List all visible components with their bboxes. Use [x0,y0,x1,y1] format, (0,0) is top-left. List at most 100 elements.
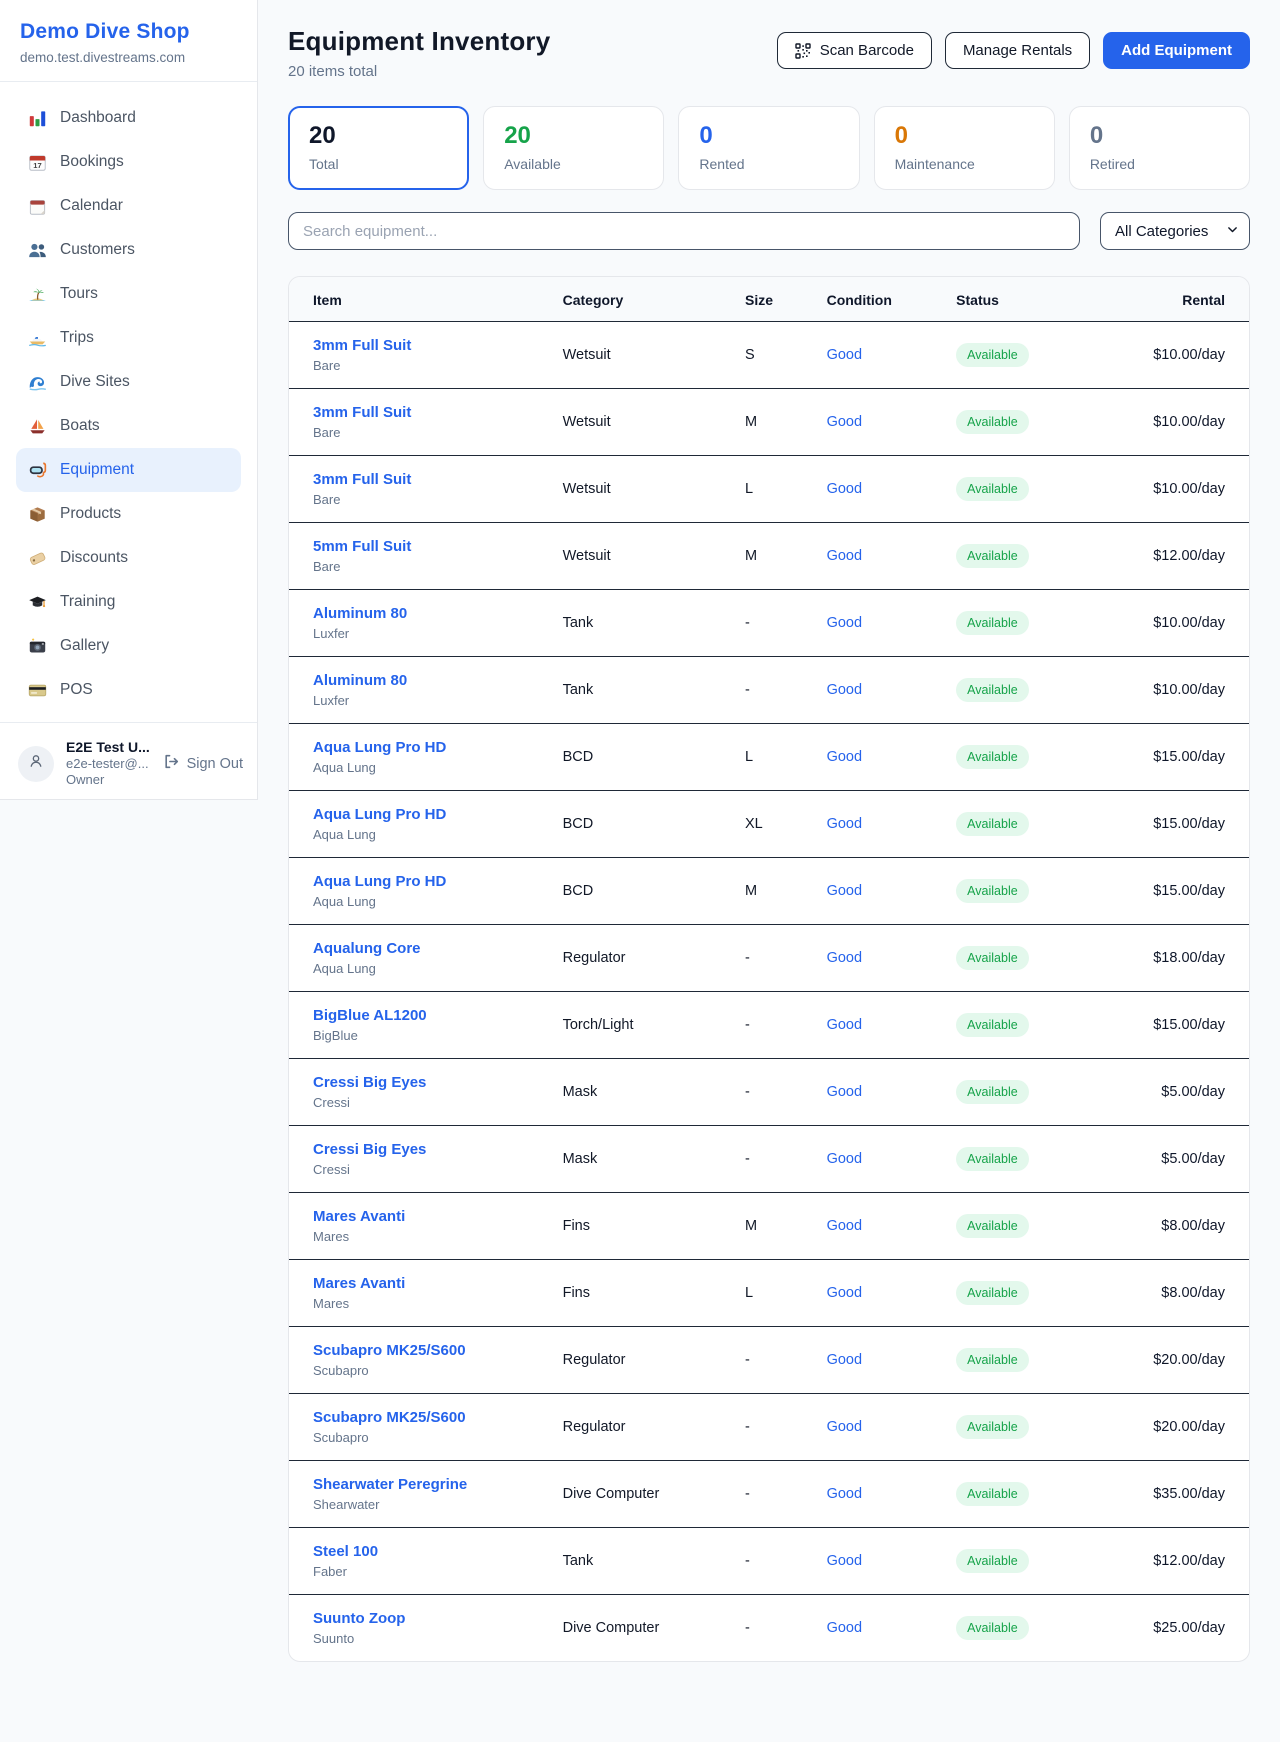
item-name-link[interactable]: BigBlue AL1200 [313,1006,427,1025]
item-name-link[interactable]: Scubapro MK25/S600 [313,1341,466,1360]
search-input[interactable] [288,212,1080,250]
sidebar-item-dashboard[interactable]: Dashboard [16,96,241,140]
item-condition-link[interactable]: Good [827,1017,862,1033]
item-condition-link[interactable]: Good [827,1419,862,1435]
sidebar-item-calendar[interactable]: Calendar [16,184,241,228]
item-condition-link[interactable]: Good [827,1486,862,1502]
item-condition-link[interactable]: Good [827,1218,862,1234]
table-row: 3mm Full Suit Bare Wetsuit L Good Availa… [289,456,1249,523]
item-condition-link[interactable]: Good [827,347,862,363]
item-name-link[interactable]: 5mm Full Suit [313,537,411,556]
item-name-link[interactable]: 3mm Full Suit [313,336,411,355]
item-category: BCD [563,724,745,791]
page: Demo Dive Shop demo.test.divestreams.com… [0,0,1280,1742]
sidebar-item-tours[interactable]: Tours [16,272,241,316]
item-name-link[interactable]: Mares Avanti [313,1274,405,1293]
sidebar-item-dive-sites[interactable]: Dive Sites [16,360,241,404]
item-name-link[interactable]: 3mm Full Suit [313,403,411,422]
item-name-link[interactable]: Aqua Lung Pro HD [313,872,446,891]
sidebar-item-bookings[interactable]: 17 Bookings [16,140,241,184]
scan-barcode-button[interactable]: Scan Barcode [777,32,932,69]
item-condition-link[interactable]: Good [827,548,862,564]
item-condition-link[interactable]: Good [827,1084,862,1100]
sidebar-item-discounts[interactable]: Discounts [16,536,241,580]
item-category: Tank [563,1528,745,1595]
status-badge: Available [956,812,1029,836]
sidebar-item-label: Trips [60,329,94,347]
table-row: Aqua Lung Pro HD Aqua Lung BCD L Good Av… [289,724,1249,791]
person-icon [26,751,46,776]
add-equipment-button[interactable]: Add Equipment [1103,32,1250,69]
item-name-link[interactable]: Shearwater Peregrine [313,1475,467,1494]
item-condition-link[interactable]: Good [827,481,862,497]
sign-out-button[interactable]: Sign Out [163,753,243,774]
stat-label: Available [504,156,643,172]
item-brand: Shearwater [313,1497,563,1513]
stat-card-retired[interactable]: 0 Retired [1069,106,1250,190]
item-condition-link[interactable]: Good [827,816,862,832]
sidebar-item-trips[interactable]: Trips [16,316,241,360]
island-icon [28,285,47,304]
table-row: Mares Avanti Mares Fins M Good Available… [289,1193,1249,1260]
item-name-link[interactable]: Aqua Lung Pro HD [313,738,446,757]
item-name-link[interactable]: Aqua Lung Pro HD [313,805,446,824]
table-row: Steel 100 Faber Tank - Good Available $1… [289,1528,1249,1595]
item-condition-link[interactable]: Good [827,749,862,765]
sidebar-item-customers[interactable]: Customers [16,228,241,272]
item-brand: Scubapro [313,1430,563,1446]
sidebar-item-equipment[interactable]: Equipment [16,448,241,492]
sidebar-item-boats[interactable]: Boats [16,404,241,448]
sidebar: Demo Dive Shop demo.test.divestreams.com… [0,0,258,800]
item-condition-link[interactable]: Good [827,615,862,631]
item-name-link[interactable]: Steel 100 [313,1542,378,1561]
category-select[interactable]: All Categories [1100,212,1250,250]
user-role: Owner [66,772,151,788]
item-condition-link[interactable]: Good [827,1352,862,1368]
manage-rentals-button[interactable]: Manage Rentals [945,32,1090,69]
avatar [18,746,54,782]
item-condition-link[interactable]: Good [827,883,862,899]
item-category: Tank [563,590,745,657]
item-condition-link[interactable]: Good [827,682,862,698]
sidebar-item-products[interactable]: Products [16,492,241,536]
status-badge: Available [956,544,1029,568]
sidebar-item-gallery[interactable]: Gallery [16,624,241,668]
item-rental: $12.00/day [1129,523,1249,590]
item-rental: $12.00/day [1129,1528,1249,1595]
item-name-link[interactable]: Cressi Big Eyes [313,1073,426,1092]
stat-card-maintenance[interactable]: 0 Maintenance [874,106,1055,190]
item-name-link[interactable]: Scubapro MK25/S600 [313,1408,466,1427]
item-condition-link[interactable]: Good [827,414,862,430]
item-size: - [745,1461,827,1528]
sidebar-item-pos[interactable]: POS [16,668,241,712]
item-name-link[interactable]: Suunto Zoop [313,1609,405,1628]
item-name-link[interactable]: 3mm Full Suit [313,470,411,489]
status-badge: Available [956,611,1029,635]
item-name-link[interactable]: Aluminum 80 [313,604,407,623]
dive-mask-icon [28,461,47,480]
stats-row: 20 Total 20 Available 0 Rented 0 Mainten… [288,106,1250,190]
item-name-link[interactable]: Mares Avanti [313,1207,405,1226]
item-brand: Suunto [313,1631,563,1647]
item-rental: $18.00/day [1129,925,1249,992]
item-condition-link[interactable]: Good [827,1620,862,1636]
stat-value: 0 [895,122,1034,150]
item-size: M [745,389,827,456]
item-condition-link[interactable]: Good [827,1285,862,1301]
item-condition-link[interactable]: Good [827,950,862,966]
item-condition-link[interactable]: Good [827,1553,862,1569]
item-name-link[interactable]: Cressi Big Eyes [313,1140,426,1159]
column-header-condition: Condition [827,277,957,322]
item-brand: Faber [313,1564,563,1580]
sidebar-item-training[interactable]: Training [16,580,241,624]
item-name-link[interactable]: Aluminum 80 [313,671,407,690]
tear-calendar-icon [28,197,47,216]
table-header-row: ItemCategorySizeConditionStatusRental [289,277,1249,322]
stat-card-total[interactable]: 20 Total [288,106,469,190]
stat-card-available[interactable]: 20 Available [483,106,664,190]
item-name-link[interactable]: Aqualung Core [313,939,421,958]
item-condition-link[interactable]: Good [827,1151,862,1167]
item-rental: $15.00/day [1129,791,1249,858]
stat-card-rented[interactable]: 0 Rented [678,106,859,190]
sidebar-item-label: Dashboard [60,109,136,127]
